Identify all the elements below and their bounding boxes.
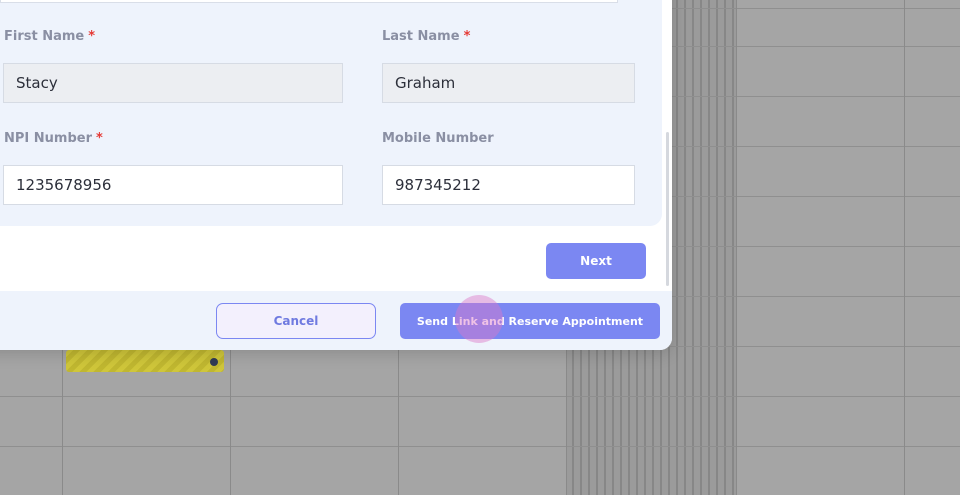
modal-scrollbar[interactable] (666, 132, 669, 286)
first-name-input[interactable] (3, 63, 343, 103)
provider-form-panel: First Name* Last Name* NPI Number* Mobil… (0, 0, 662, 226)
modal-footer: Cancel Send Link and Reserve Appointment (0, 291, 672, 350)
previous-field-input[interactable] (0, 0, 618, 3)
npi-number-input[interactable] (3, 165, 343, 205)
last-name-label: Last Name * (382, 29, 471, 44)
next-button[interactable]: Next (546, 243, 646, 279)
last-name-input[interactable] (382, 63, 635, 103)
grid-row-line (0, 446, 960, 447)
required-asterisk: * (96, 131, 103, 146)
grid-column-line (736, 0, 737, 495)
send-link-reserve-button[interactable]: Send Link and Reserve Appointment (400, 303, 660, 339)
calendar-event-chip[interactable] (66, 350, 224, 372)
event-status-dot (210, 358, 218, 366)
mobile-number-label: Mobile Number (382, 131, 494, 146)
required-asterisk: * (463, 29, 471, 44)
required-asterisk: * (88, 29, 96, 44)
cancel-button[interactable]: Cancel (216, 303, 376, 339)
first-name-label: First Name * (4, 29, 96, 44)
npi-number-label: NPI Number * (4, 131, 103, 146)
mobile-number-input[interactable] (382, 165, 635, 205)
grid-column-line (904, 0, 905, 495)
grid-row-line (0, 396, 960, 397)
provider-details-modal: First Name* Last Name* NPI Number* Mobil… (0, 0, 672, 350)
